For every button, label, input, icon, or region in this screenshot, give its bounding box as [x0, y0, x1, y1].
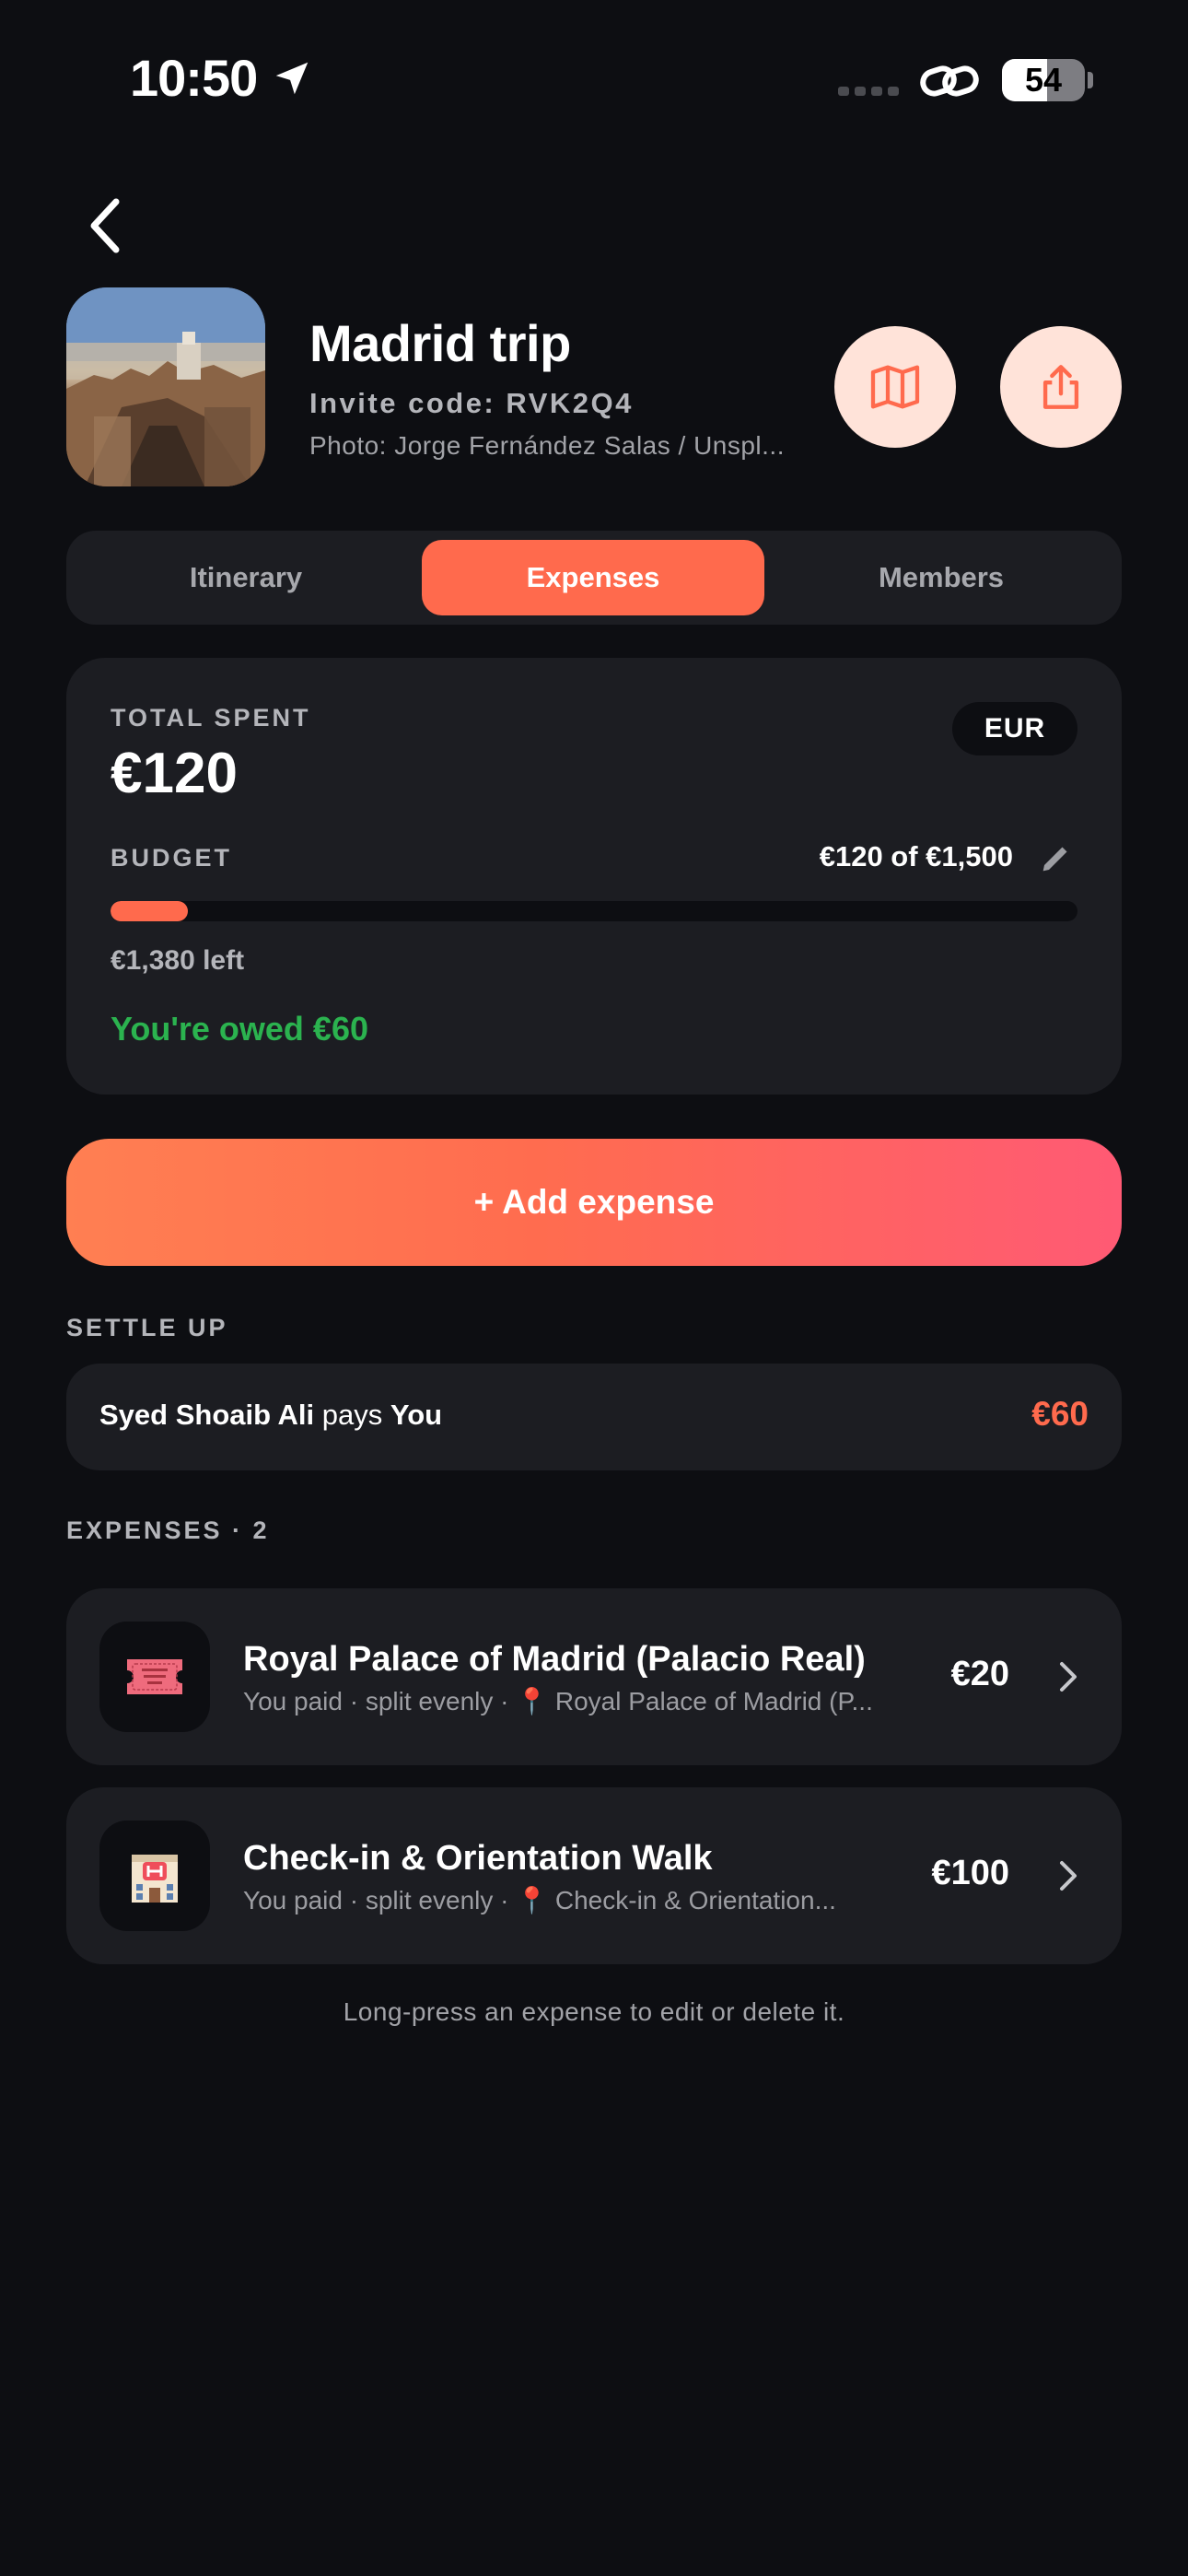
settle-payer: Syed Shoaib Ali [99, 1399, 315, 1431]
settle-description: Syed Shoaib Ali pays You [99, 1399, 442, 1432]
tab-bar: Itinerary Expenses Members [66, 531, 1122, 625]
settle-amount: €60 [1031, 1395, 1089, 1433]
total-spent-value: €120 [111, 742, 238, 805]
map-button[interactable] [834, 326, 956, 448]
tab-members[interactable]: Members [774, 540, 1109, 615]
edit-budget-button[interactable] [1033, 837, 1077, 881]
expense-amount: €20 [950, 1655, 1009, 1693]
budget-label: BUDGET [111, 844, 232, 872]
status-time: 10:50 [130, 49, 258, 107]
total-spent-label: TOTAL SPENT [111, 704, 311, 732]
tab-itinerary[interactable]: Itinerary [79, 540, 413, 615]
photo-credit[interactable]: Photo: Jorge Fernández Salas / Unspl... [309, 431, 788, 461]
share-icon [1042, 365, 1079, 409]
expense-item[interactable]: Royal Palace of Madrid (Palacio Real) Yo… [66, 1588, 1122, 1765]
status-bar: 10:50 54 [0, 0, 1188, 157]
expense-icon-box [99, 1821, 210, 1931]
currency-selector[interactable]: EUR [952, 702, 1077, 755]
battery-tip [1088, 72, 1093, 88]
tab-expenses[interactable]: Expenses [422, 540, 764, 615]
expense-subtitle: You paid · split evenly · 📍 Check-in & O… [243, 1886, 836, 1914]
balance-owed: You're owed €60 [111, 1010, 368, 1048]
trip-cover-photo [66, 287, 265, 486]
location-arrow-icon [275, 62, 309, 95]
footer-hint: Long-press an expense to edit or delete … [343, 1997, 845, 2026]
settle-payee: You [390, 1399, 443, 1431]
cellular-signal-icon [838, 87, 899, 96]
budget-amount: €120 of €1,500 [819, 840, 1013, 872]
battery-indicator: 54 [1002, 59, 1085, 101]
expense-subtitle: You paid · split evenly · 📍 Royal Palace… [243, 1687, 873, 1715]
share-button[interactable] [1000, 326, 1122, 448]
settle-verb: pays [321, 1399, 383, 1431]
settle-up-heading: SETTLE UP [66, 1314, 228, 1341]
battery-percentage: 54 [1024, 61, 1063, 99]
expense-title: Royal Palace of Madrid (Palacio Real) [243, 1640, 866, 1679]
map-icon [870, 365, 920, 409]
invite-code[interactable]: Invite code: RVK2Q4 [309, 387, 634, 420]
chevron-right-icon [1052, 1655, 1085, 1699]
madrid-skyline-image [66, 287, 265, 486]
hotel-icon [132, 1855, 178, 1903]
expenses-heading: EXPENSES · 2 [66, 1516, 270, 1544]
expense-summary-card: TOTAL SPENT €120 EUR BUDGET €120 of €1,5… [66, 658, 1122, 1095]
chevron-left-icon [90, 198, 120, 253]
expense-item[interactable]: Check-in & Orientation Walk You paid · s… [66, 1787, 1122, 1964]
pencil-icon [1042, 847, 1067, 872]
admit-one-ticket-icon [127, 1659, 182, 1694]
settle-up-row[interactable]: Syed Shoaib Ali pays You €60 [66, 1364, 1122, 1470]
budget-progress-fill [111, 901, 188, 921]
budget-remaining: €1,380 left [111, 945, 245, 976]
link-icon [920, 65, 979, 97]
expense-amount: €100 [931, 1854, 1009, 1892]
budget-progress-bar [111, 901, 1077, 921]
chevron-right-icon [1052, 1854, 1085, 1898]
add-expense-button[interactable]: + Add expense [66, 1139, 1122, 1266]
trip-title: Madrid trip [309, 314, 571, 372]
expense-title: Check-in & Orientation Walk [243, 1839, 713, 1878]
back-button[interactable] [77, 193, 133, 258]
expense-icon-box [99, 1622, 210, 1732]
